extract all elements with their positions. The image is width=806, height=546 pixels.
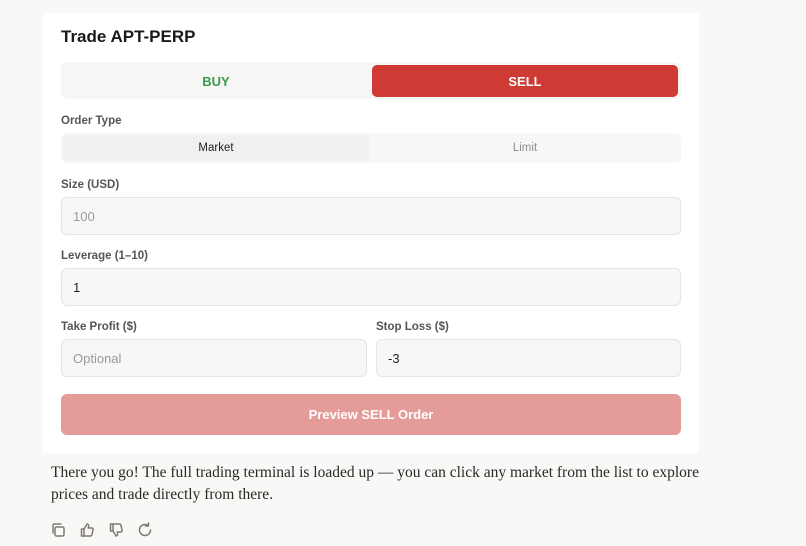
assistant-message: There you go! The full trading terminal … xyxy=(51,464,699,503)
order-type-limit[interactable]: Limit xyxy=(371,135,679,161)
leverage-label: Leverage (1–10) xyxy=(61,250,148,262)
order-type-label: Order Type xyxy=(61,115,122,127)
retry-icon[interactable] xyxy=(135,520,155,540)
size-input[interactable] xyxy=(61,197,681,235)
order-type-toggle: Market Limit xyxy=(61,133,681,163)
thumbs-down-icon[interactable] xyxy=(106,520,126,540)
copy-icon[interactable] xyxy=(48,520,68,540)
take-profit-label: Take Profit ($) xyxy=(61,321,137,333)
buy-button[interactable]: BUY xyxy=(61,65,371,97)
take-profit-input[interactable] xyxy=(61,339,367,377)
size-label: Size (USD) xyxy=(61,179,120,191)
sell-button[interactable]: SELL xyxy=(372,65,678,97)
stop-loss-label: Stop Loss ($) xyxy=(376,321,449,333)
leverage-input[interactable] xyxy=(61,268,681,306)
preview-order-button[interactable]: Preview SELL Order xyxy=(61,394,681,435)
order-type-market[interactable]: Market xyxy=(63,135,369,161)
stop-loss-input[interactable] xyxy=(376,339,681,377)
trade-panel: Trade APT-PERP BUY SELL Order Type Marke… xyxy=(43,13,699,453)
panel-title: Trade APT-PERP xyxy=(61,27,196,46)
thumbs-up-icon[interactable] xyxy=(77,520,97,540)
message-actions xyxy=(48,520,155,540)
side-toggle: BUY SELL xyxy=(61,62,681,99)
